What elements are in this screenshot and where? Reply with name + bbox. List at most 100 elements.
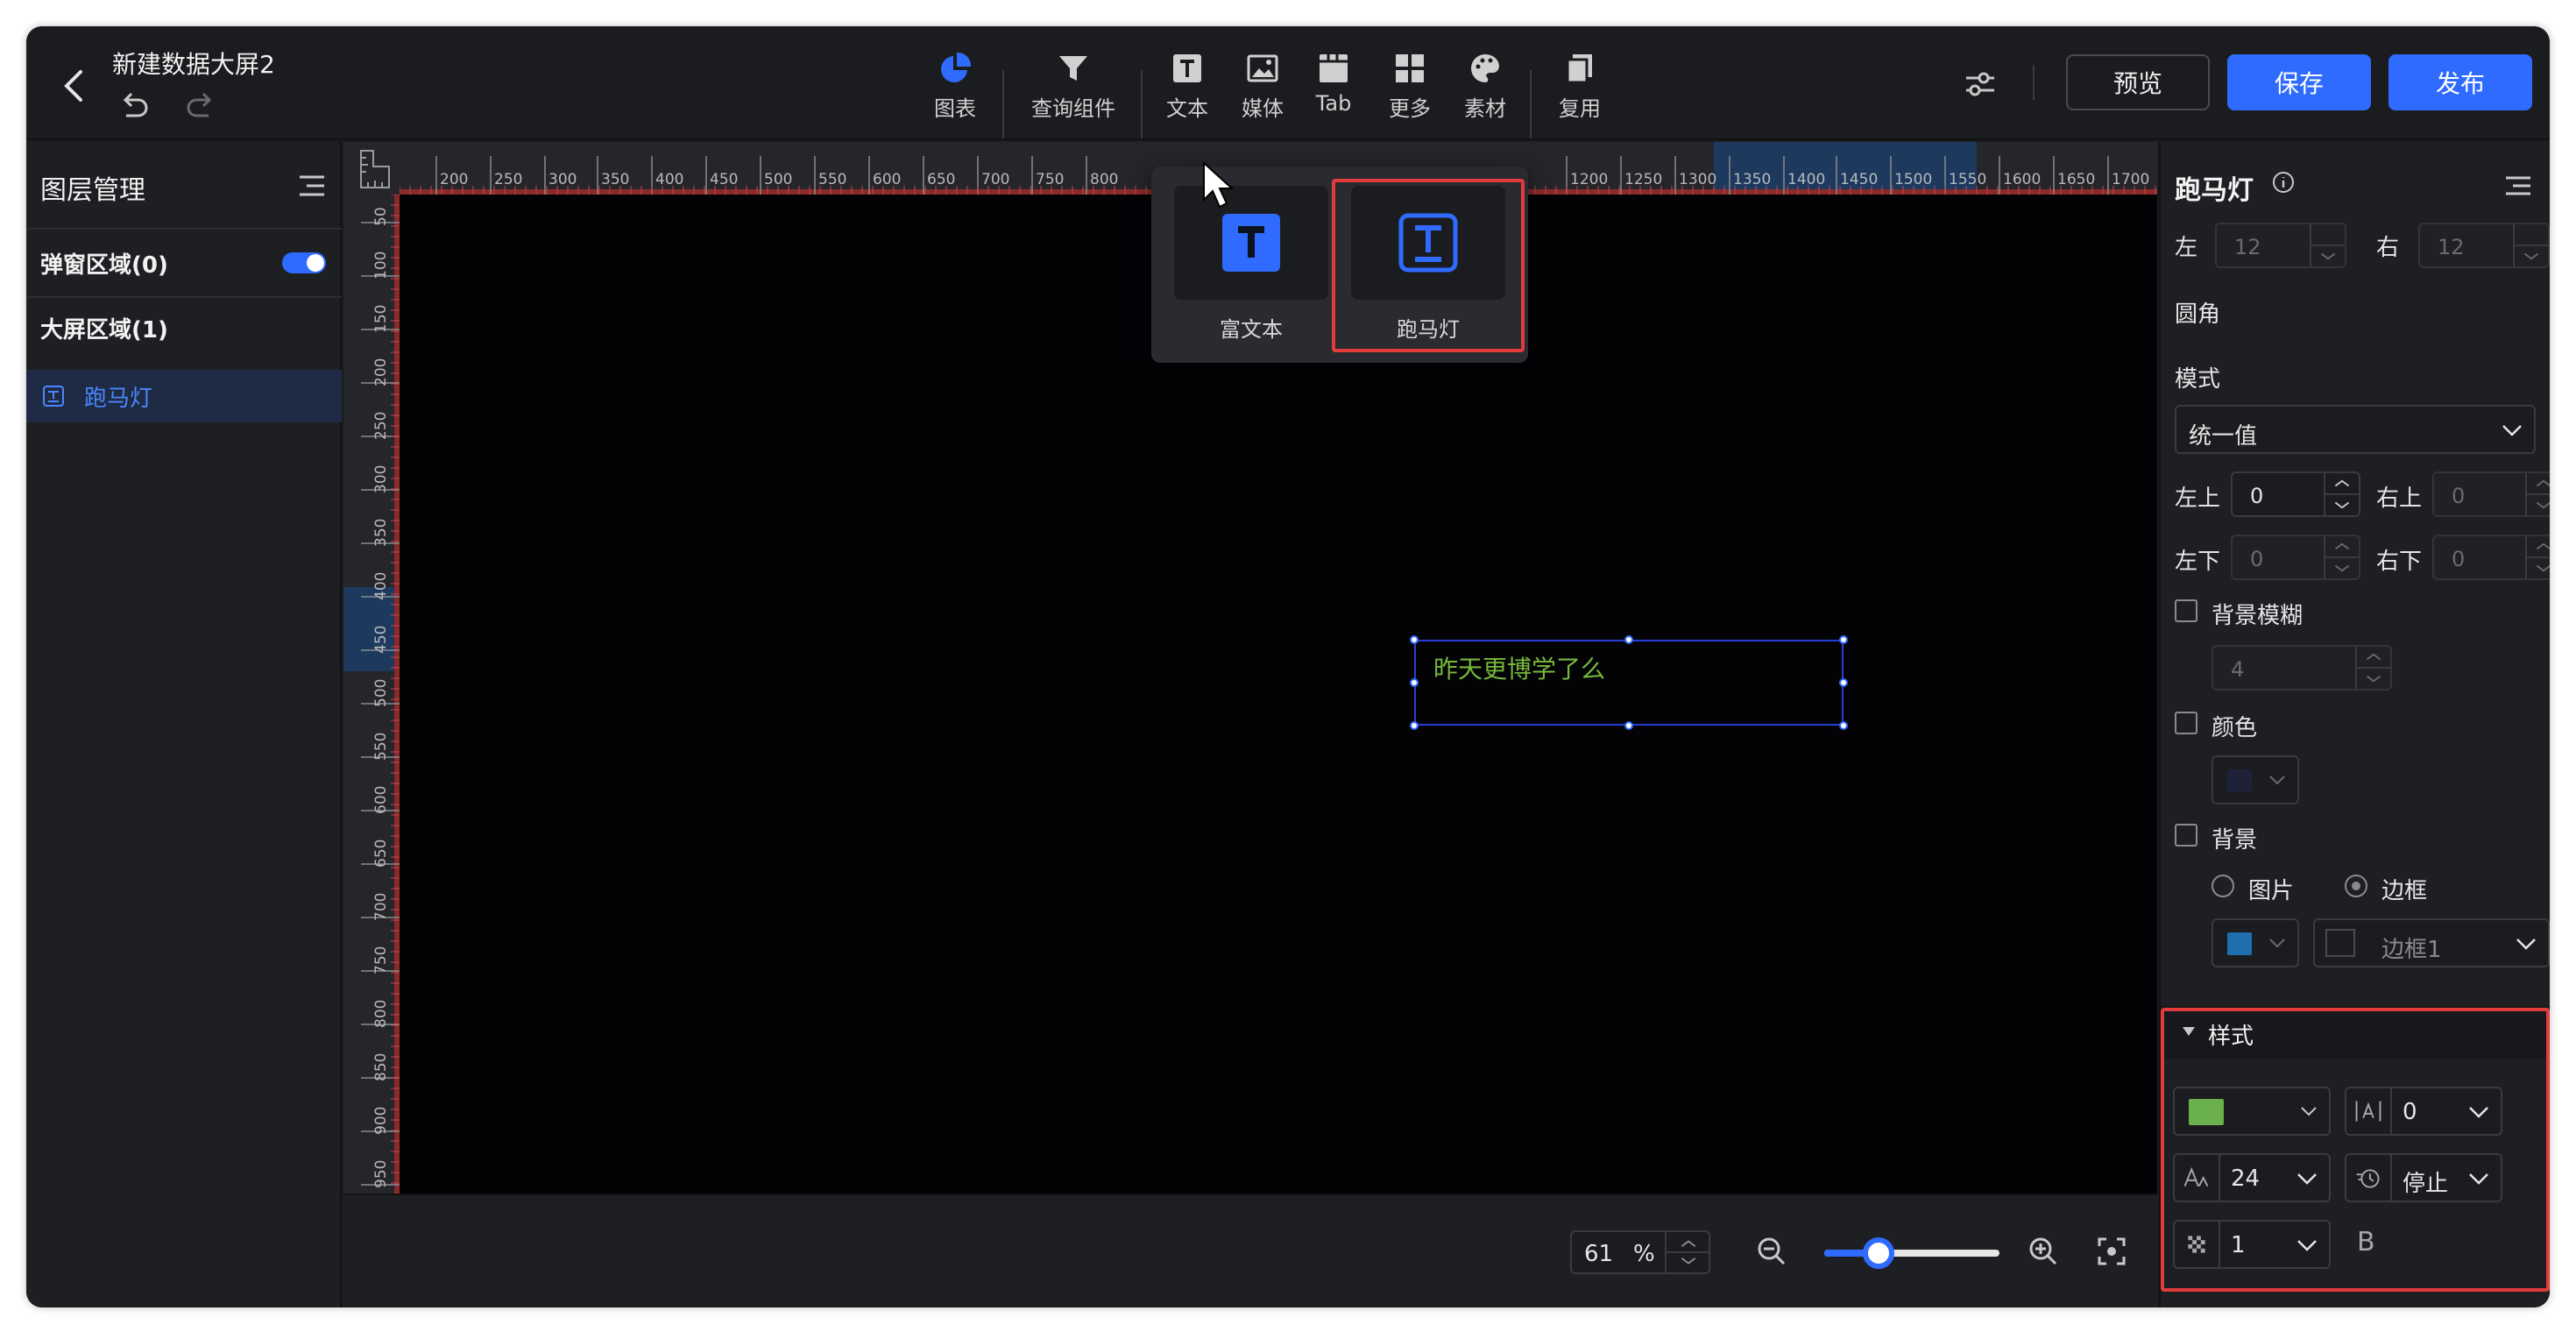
border-value: 边框1	[2381, 937, 2442, 963]
preview-button[interactable]: 预览	[2066, 54, 2210, 110]
toolbar-query-label: 查询组件	[1031, 96, 1115, 121]
popup-area-section[interactable]: 弹窗区域(0)	[40, 247, 168, 280]
stepper-icon[interactable]	[2525, 473, 2550, 515]
zoom-out-icon[interactable]	[1756, 1236, 1787, 1267]
resize-handle-tr[interactable]	[1839, 635, 1848, 644]
bg-image-radio[interactable]	[2212, 875, 2234, 897]
chevron-down-icon	[2502, 425, 2522, 436]
layer-item-marquee[interactable]: 跑马灯	[26, 370, 342, 422]
toolbar-media[interactable]: 媒体	[1232, 44, 1293, 131]
toolbar-query[interactable]: 查询组件	[1016, 44, 1130, 131]
bg-blur-input[interactable]: 4	[2212, 645, 2392, 691]
resize-handle-b[interactable]	[1624, 721, 1633, 730]
radius-tr-input[interactable]: 0	[2432, 471, 2550, 517]
publish-button[interactable]: 发布	[2388, 54, 2532, 110]
bg-image-label: 图片	[2248, 878, 2295, 904]
stepper-icon[interactable]	[2525, 536, 2550, 578]
ruler-label: 1200	[1570, 171, 1608, 188]
toolbar-reuse-label: 复用	[1559, 96, 1601, 121]
resize-handle-tl[interactable]	[1410, 635, 1419, 644]
toolbar-more[interactable]: 更多	[1379, 44, 1440, 131]
stepper-icon[interactable]	[2324, 536, 2359, 578]
page-title: 新建数据大屏2	[112, 50, 275, 79]
zoom-in-icon[interactable]	[2028, 1236, 2059, 1267]
radius-bl-input[interactable]: 0	[2231, 535, 2360, 580]
resize-handle-bl[interactable]	[1410, 721, 1419, 730]
color-swatch	[2227, 769, 2252, 792]
ruler-label: 650	[927, 171, 955, 188]
toolbar-text[interactable]: 文本	[1157, 44, 1218, 131]
zoom-bar: 61 %	[343, 1194, 2157, 1307]
zoom-input[interactable]: 61 %	[1570, 1230, 1710, 1274]
screen-area-section[interactable]: 大屏区域(1)	[40, 312, 168, 344]
border-style-select[interactable]: 边框1	[2313, 918, 2550, 967]
zoom-slider-thumb[interactable]	[1863, 1237, 1894, 1269]
bg-blur-checkbox[interactable]	[2175, 599, 2197, 622]
ruler-label: 250	[494, 171, 522, 188]
padding-right-value: 12	[2438, 235, 2465, 259]
ruler-label: 1350	[1733, 171, 1771, 188]
popup-thumb	[1174, 186, 1328, 300]
chevron-down-icon	[2269, 776, 2285, 785]
toolbar-divider	[1002, 70, 1004, 138]
text-component-icon	[43, 386, 64, 407]
mode-select[interactable]: 统一值	[2175, 405, 2536, 454]
resize-handle-r[interactable]	[1839, 678, 1848, 687]
layer-panel-title: 图层管理	[40, 175, 145, 206]
info-icon[interactable]	[2271, 170, 2296, 195]
marquee-component[interactable]: 昨天更博学了么	[1410, 635, 1848, 730]
background-label: 背景	[2212, 827, 2258, 854]
radius-tl-input[interactable]: 0	[2231, 471, 2360, 517]
undo-icon[interactable]	[114, 88, 152, 126]
ruler-label: 350	[372, 519, 390, 547]
ruler-left: 50 100 150 200 250 300 350 400 450 500 550 600 650 70…	[343, 195, 400, 1194]
ruler-label: 550	[372, 733, 390, 761]
color-checkbox[interactable]	[2175, 712, 2197, 734]
stepper-icon[interactable]	[2355, 647, 2390, 689]
bg-border-label: 边框	[2381, 878, 2428, 904]
background-checkbox[interactable]	[2175, 824, 2197, 847]
palette-icon	[1471, 54, 1499, 82]
toolbar-reuse[interactable]: 复用	[1549, 44, 1610, 131]
toolbar-chart[interactable]: 图表	[920, 44, 990, 131]
redo-icon[interactable]	[182, 88, 221, 126]
grid-icon	[1396, 54, 1424, 82]
mode-value: 统一值	[2189, 423, 2258, 450]
bg-color-picker[interactable]	[2212, 918, 2299, 967]
bg-border-radio[interactable]	[2345, 875, 2367, 897]
fit-screen-icon[interactable]	[2096, 1236, 2127, 1267]
menu-icon[interactable]	[294, 168, 329, 203]
color-picker[interactable]	[2212, 755, 2299, 804]
panel-menu-icon[interactable]	[2502, 170, 2534, 202]
ruler-label: 550	[818, 171, 846, 188]
toolbar-tab[interactable]: Tab	[1307, 44, 1360, 131]
settings-sliders-icon[interactable]	[1961, 65, 1999, 103]
toolbar-material[interactable]: 素材	[1454, 44, 1516, 131]
stepper-icon[interactable]	[2324, 473, 2359, 515]
resize-handle-br[interactable]	[1839, 721, 1848, 730]
ruler-label: 200	[440, 171, 468, 188]
padding-left-value: 12	[2234, 235, 2261, 259]
save-button[interactable]: 保存	[2227, 54, 2371, 110]
resize-handle-l[interactable]	[1410, 678, 1419, 687]
zoom-stepper[interactable]	[1665, 1232, 1710, 1272]
radius-br-input[interactable]: 0	[2432, 535, 2550, 580]
zoom-unit: %	[1633, 1241, 1655, 1267]
back-arrow-icon[interactable]	[54, 65, 96, 107]
padding-left-input[interactable]: 12	[2215, 223, 2346, 268]
bg-color-swatch	[2227, 932, 2252, 955]
toolbar-text-label: 文本	[1166, 96, 1208, 121]
ruler-label: 850	[372, 1053, 390, 1081]
zoom-slider[interactable]	[1824, 1237, 1999, 1269]
stepper-icon[interactable]	[2513, 224, 2548, 266]
ruler-label: 200	[372, 358, 390, 386]
ruler-label: 700	[981, 171, 1009, 188]
chevron-down-icon	[2269, 939, 2285, 948]
popup-area-toggle[interactable]	[282, 252, 326, 273]
resize-handle-t[interactable]	[1624, 635, 1633, 644]
popup-item-rich-text[interactable]: 富文本	[1174, 186, 1328, 342]
stepper-icon[interactable]	[2310, 224, 2345, 266]
pie-chart-icon	[941, 52, 972, 82]
ruler-label: 1650	[2057, 171, 2095, 188]
padding-right-input[interactable]: 12	[2418, 223, 2550, 268]
